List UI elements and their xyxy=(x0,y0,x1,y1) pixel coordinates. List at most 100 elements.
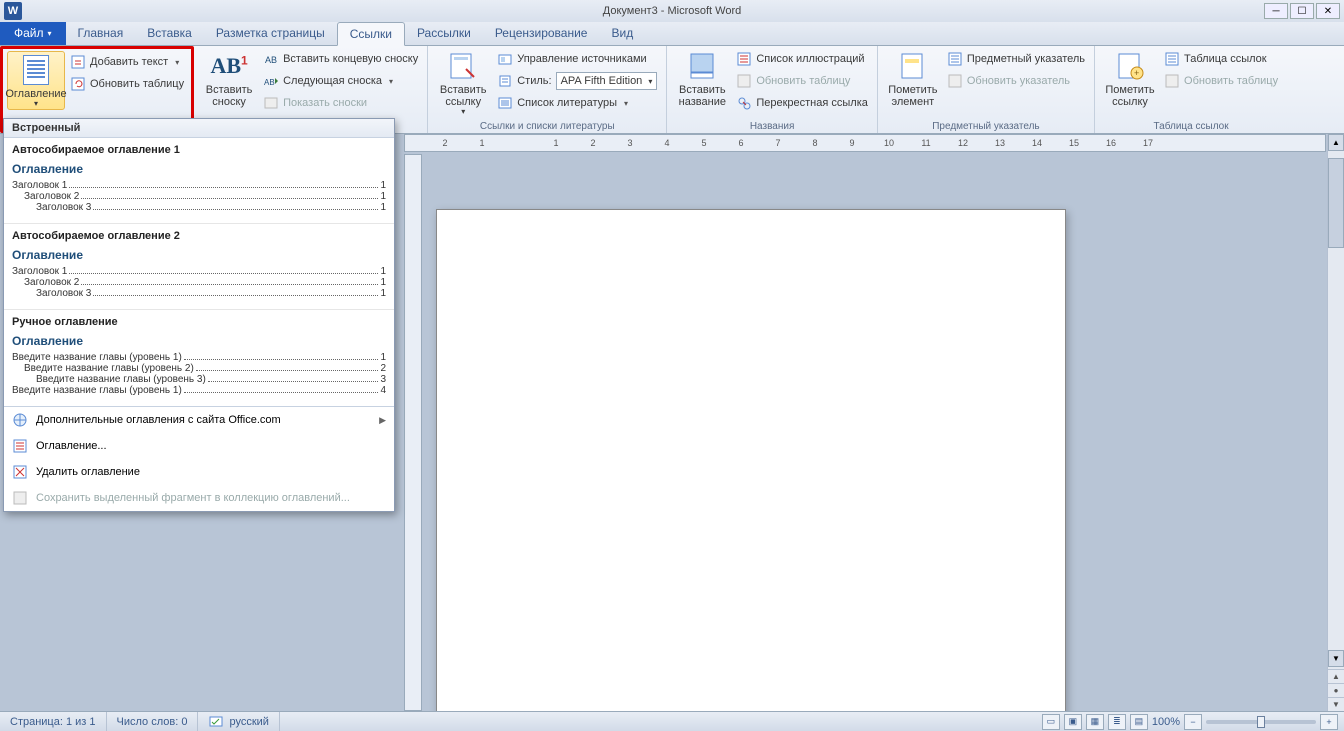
tof-icon xyxy=(736,51,752,67)
tab-references[interactable]: Ссылки xyxy=(337,22,405,46)
next-footnote-icon: AB xyxy=(263,73,279,89)
update-toa-icon xyxy=(1164,73,1180,89)
update-toc-button[interactable]: Обновить таблицу xyxy=(67,73,187,95)
ruler-tick: 10 xyxy=(884,138,894,148)
gallery-item-auto-toc-1[interactable]: Автособираемое оглавление 1 Оглавление З… xyxy=(4,138,394,224)
remove-toc[interactable]: Удалить оглавление xyxy=(4,459,394,485)
save-selection-icon xyxy=(12,490,28,506)
prev-page-button[interactable]: ▲ xyxy=(1328,669,1344,683)
group-toa: + Пометить ссылку Таблица ссылок Обновит… xyxy=(1095,46,1287,133)
ruler-tick: 12 xyxy=(958,138,968,148)
scroll-thumb[interactable] xyxy=(1328,158,1344,248)
view-full-screen[interactable]: ▣ xyxy=(1064,714,1082,730)
ruler-tick: 16 xyxy=(1106,138,1116,148)
group-index: Пометить элемент Предметный указатель Об… xyxy=(878,46,1095,133)
insert-custom-toc[interactable]: Оглавление... xyxy=(4,433,394,459)
zoom-slider-knob[interactable] xyxy=(1257,716,1265,728)
ruler-tick: 8 xyxy=(812,138,817,148)
document-page[interactable] xyxy=(436,209,1066,711)
proofing-icon xyxy=(208,714,224,730)
toc-button[interactable]: Оглавление ▾ xyxy=(7,51,65,110)
insert-toa-icon xyxy=(1164,51,1180,67)
ruler-tick: 7 xyxy=(775,138,780,148)
browse-object-button[interactable]: ● xyxy=(1328,683,1344,697)
update-index-button: Обновить указатель xyxy=(944,70,1088,92)
toc-preview-line: Заголовок 11 xyxy=(12,266,386,277)
more-toc-office-com[interactable]: Дополнительные оглавления с сайта Office… xyxy=(4,407,394,433)
view-print-layout[interactable]: ▭ xyxy=(1042,714,1060,730)
insert-citation-button[interactable]: Вставить ссылку▾ xyxy=(434,48,492,117)
next-footnote-button[interactable]: AB Следующая сноска xyxy=(260,70,421,92)
insert-index-button[interactable]: Предметный указатель xyxy=(944,48,1088,70)
toc-preview-line: Введите название главы (уровень 1)4 xyxy=(12,385,386,396)
tab-review[interactable]: Рецензирование xyxy=(483,21,600,45)
group-label-toa: Таблица ссылок xyxy=(1101,121,1281,133)
tab-view[interactable]: Вид xyxy=(599,21,645,45)
insert-endnote-button[interactable]: AB Вставить концевую сноску xyxy=(260,48,421,70)
toc-preview-line: Введите название главы (уровень 2)2 xyxy=(12,363,386,374)
tab-insert[interactable]: Вставка xyxy=(135,21,204,45)
mark-citation-button[interactable]: + Пометить ссылку xyxy=(1101,48,1159,108)
tab-page-layout[interactable]: Разметка страницы xyxy=(204,21,337,45)
insert-index-icon xyxy=(947,51,963,67)
crossref-icon xyxy=(736,95,752,111)
citation-icon xyxy=(447,50,479,82)
mark-entry-button[interactable]: Пометить элемент xyxy=(884,48,942,108)
footnote-icon: AB1 xyxy=(213,50,245,82)
vertical-ruler[interactable] xyxy=(404,154,422,711)
horizontal-ruler[interactable]: 211234567891011121314151617 xyxy=(404,134,1326,152)
zoom-slider[interactable] xyxy=(1206,720,1316,724)
gallery-item-auto-toc-2[interactable]: Автособираемое оглавление 2 Оглавление З… xyxy=(4,224,394,310)
close-button[interactable]: ✕ xyxy=(1316,3,1340,19)
zoom-in-button[interactable]: + xyxy=(1320,714,1338,730)
ruler-tick: 13 xyxy=(995,138,1005,148)
zoom-out-button[interactable]: − xyxy=(1184,714,1202,730)
tab-home[interactable]: Главная xyxy=(66,21,136,45)
view-outline[interactable]: ≣ xyxy=(1108,714,1126,730)
ruler-tick: 6 xyxy=(738,138,743,148)
update-index-icon xyxy=(947,73,963,89)
bibliography-button[interactable]: Список литературы xyxy=(494,92,660,114)
table-of-figures-button[interactable]: Список иллюстраций xyxy=(733,48,871,70)
status-bar: Страница: 1 из 1 Число слов: 0 русский ▭… xyxy=(0,711,1344,731)
citation-style[interactable]: Стиль: APA Fifth Edition▾ xyxy=(494,70,660,92)
status-page[interactable]: Страница: 1 из 1 xyxy=(0,712,107,731)
scroll-down-button[interactable]: ▼ xyxy=(1328,650,1344,667)
gallery-item-manual-toc[interactable]: Ручное оглавление Оглавление Введите наз… xyxy=(4,310,394,406)
word-app-icon: W xyxy=(4,2,22,20)
maximize-button[interactable]: ☐ xyxy=(1290,3,1314,19)
page-margin-area xyxy=(505,282,997,711)
remove-toc-icon xyxy=(12,464,28,480)
scroll-up-button[interactable]: ▲ xyxy=(1328,134,1344,151)
add-text-button[interactable]: Добавить текст xyxy=(67,51,187,73)
globe-icon xyxy=(12,412,28,428)
toc-preview-line: Заголовок 11 xyxy=(12,180,386,191)
ruler-tick: 2 xyxy=(442,138,447,148)
zoom-level[interactable]: 100% xyxy=(1152,716,1180,728)
ruler-tick: 1 xyxy=(553,138,558,148)
status-language[interactable]: русский xyxy=(198,712,279,731)
view-draft[interactable]: ▤ xyxy=(1130,714,1148,730)
insert-toa-button[interactable]: Таблица ссылок xyxy=(1161,48,1281,70)
ribbon-tabs: Файл ▾ Главная Вставка Разметка страницы… xyxy=(0,22,1344,46)
mark-citation-icon: + xyxy=(1114,50,1146,82)
vertical-scrollbar[interactable]: ▲ ▼ ▲ ● ▼ xyxy=(1327,134,1344,711)
ruler-tick: 5 xyxy=(701,138,706,148)
add-text-icon xyxy=(70,54,86,70)
minimize-button[interactable]: ─ xyxy=(1264,3,1288,19)
tab-mailings[interactable]: Рассылки xyxy=(405,21,483,45)
ruler-tick: 3 xyxy=(627,138,632,148)
file-tab[interactable]: Файл ▾ xyxy=(0,21,66,45)
manage-sources-button[interactable]: Управление источниками xyxy=(494,48,660,70)
citation-style-combo[interactable]: APA Fifth Edition▾ xyxy=(556,72,658,90)
status-word-count[interactable]: Число слов: 0 xyxy=(107,712,199,731)
endnote-icon: AB xyxy=(263,51,279,67)
ruler-tick: 9 xyxy=(849,138,854,148)
cross-reference-button[interactable]: Перекрестная ссылка xyxy=(733,92,871,114)
gallery-section-builtin: Встроенный xyxy=(4,119,394,138)
insert-footnote-button[interactable]: AB1 Вставить сноску xyxy=(200,48,258,108)
view-web-layout[interactable]: ▦ xyxy=(1086,714,1104,730)
insert-caption-button[interactable]: Вставить название xyxy=(673,48,731,108)
window-title: Документ3 - Microsoft Word xyxy=(603,5,741,17)
next-page-button[interactable]: ▼ xyxy=(1328,697,1344,711)
